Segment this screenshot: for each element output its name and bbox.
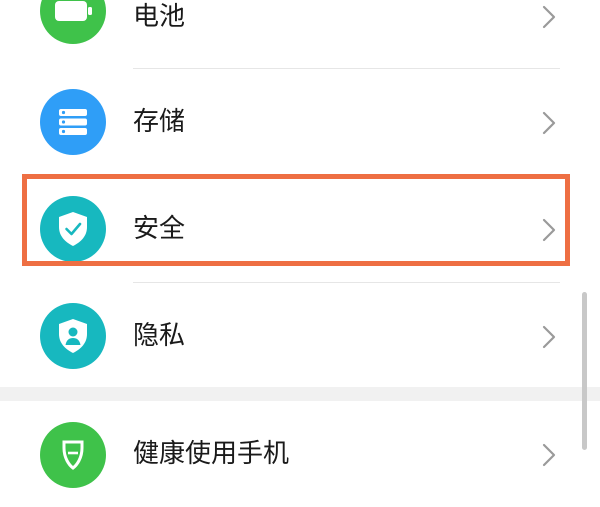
section-gap (0, 387, 600, 401)
chevron-right-icon (542, 325, 556, 349)
storage-icon (40, 89, 106, 155)
privacy-shield-icon (40, 303, 106, 369)
chevron-right-icon (542, 443, 556, 467)
highlight-box (22, 174, 570, 266)
chevron-right-icon (542, 111, 556, 135)
scrollbar[interactable] (582, 292, 587, 450)
battery-icon (40, 0, 106, 44)
settings-item-health-usage[interactable]: 健康使用手机 (0, 401, 600, 507)
settings-item-label: 存储 (133, 107, 186, 137)
settings-item-label: 健康使用手机 (133, 439, 290, 469)
chevron-right-icon (542, 5, 556, 29)
settings-item-label: 隐私 (133, 321, 186, 351)
settings-item-label: 电池 (133, 2, 186, 32)
settings-item-storage[interactable]: 存储 (0, 69, 600, 175)
health-icon (40, 422, 106, 488)
settings-item-privacy[interactable]: 隐私 (0, 283, 600, 389)
